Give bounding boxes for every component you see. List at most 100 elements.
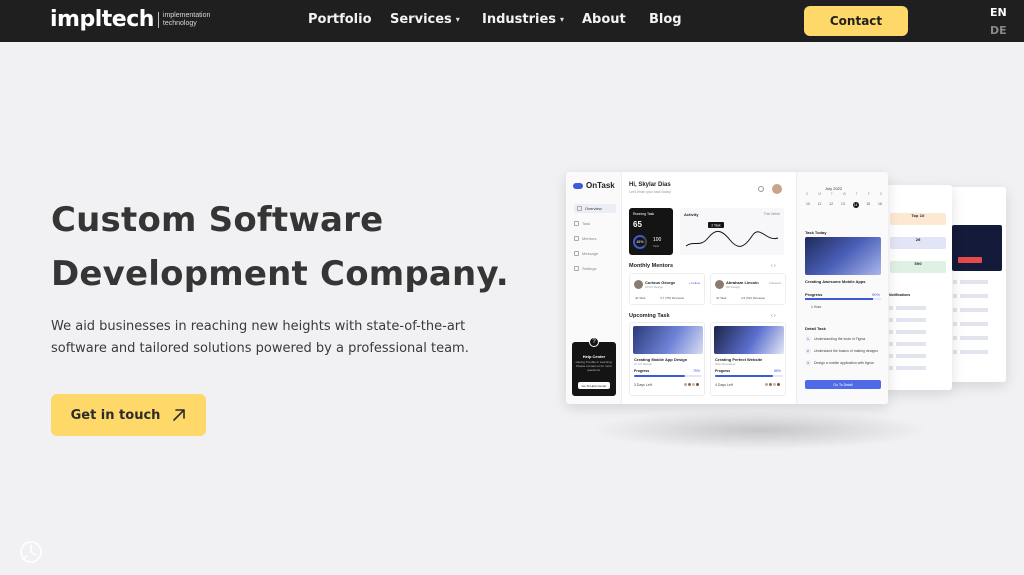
- lang-en[interactable]: EN: [990, 6, 1007, 19]
- task-today-progress-label: Progress: [805, 292, 823, 297]
- mockup-help-title: Help Center: [582, 354, 606, 359]
- calendar-dates: 10 11 12 13 14 15 16: [806, 202, 882, 208]
- mockup-stat-value: 26: [915, 238, 921, 242]
- calendar-weekday: M: [818, 192, 822, 196]
- task-progress-bar: [715, 375, 783, 377]
- book-icon: [574, 221, 579, 226]
- nav-services[interactable]: Services ▾: [390, 12, 460, 27]
- logo[interactable]: impltech implementation technology: [50, 7, 210, 32]
- task-today-thumbnail: [805, 237, 881, 275]
- activity-line: 2 Task: [685, 222, 779, 247]
- task-role: Web Developer: [715, 362, 736, 366]
- detail-step-text: Design a mobile application with figma: [814, 361, 874, 365]
- calendar-date: 16: [878, 202, 882, 206]
- mockup-activity-chart: Activity This Week 2 Task: [680, 208, 784, 255]
- logo-wordmark: impltech: [50, 7, 154, 32]
- task-thumbnail: [633, 326, 703, 354]
- calendar-weekday: F: [867, 192, 870, 196]
- task-progress-label: Progress: [634, 369, 650, 373]
- running-label: Running Task: [633, 212, 655, 216]
- mockup-task-card: Creating Perfect Website Web Developer P…: [710, 322, 786, 396]
- detail-button: Go To Detail: [805, 380, 881, 389]
- mockup-nav-task: Task: [574, 221, 590, 226]
- detail-step: 3 Design a mobile application with figma: [805, 360, 874, 366]
- mockup-nav-settings: Settings: [574, 266, 596, 271]
- mockup-help-button: Go To Help Center: [578, 382, 610, 389]
- logo-tagline-1: implementation: [162, 11, 211, 19]
- dashboard-mockup: OnTask Overview Task Mentors Message Set…: [566, 172, 888, 404]
- activity-label: Activity: [684, 212, 699, 217]
- accessibility-icon[interactable]: [18, 539, 44, 565]
- task-today-progress-value: 90%: [871, 292, 880, 297]
- mockup-list-row: [889, 365, 945, 370]
- mockup-greeting: Hi, Skylar Dias: [629, 182, 671, 188]
- calendar-weekday: S: [879, 192, 882, 196]
- mockup-list-row: [889, 317, 945, 322]
- running-total: 100: [653, 237, 662, 243]
- chevron-down-icon: ▾: [560, 15, 565, 24]
- avatar: [634, 280, 643, 289]
- mockup-nav-message: Message: [574, 251, 598, 256]
- mentor-rating: 4,9 (510 Reviews): [741, 296, 766, 300]
- arrow-up-right-icon: [173, 409, 186, 421]
- mockup-stat-value: 500: [914, 262, 922, 266]
- mentor-action: Followed: [768, 281, 781, 285]
- chat-icon: [574, 251, 579, 256]
- mentor-rating: 4,7 (750 Reviews): [660, 296, 685, 300]
- mockup-list-row: [953, 335, 1006, 340]
- mockup-list-row: [953, 279, 1006, 284]
- cta-label: Get in touch: [70, 407, 161, 423]
- mockup-app-name: OnTask: [586, 181, 615, 190]
- calendar-weekday: W: [842, 192, 847, 196]
- calendar-date: 15: [866, 202, 871, 206]
- nav-about[interactable]: About: [582, 12, 626, 27]
- mockup-list-row: [953, 307, 1006, 312]
- mockup-card-third: [948, 187, 1006, 382]
- mockup-help-center: ? Help Center Having Trouble in Learning…: [572, 337, 616, 396]
- mentor-tasks: 40 Task: [635, 296, 646, 300]
- question-icon: ?: [589, 337, 599, 347]
- task-today-name: Creating Awesome Mobile Apps: [805, 279, 866, 284]
- mockup-top10-label: Top 10: [911, 214, 925, 218]
- calendar-weekday: S: [806, 192, 809, 196]
- task-progress-fill: [715, 375, 773, 377]
- calendar-date: 10: [806, 202, 810, 206]
- mockup-list-row: [953, 321, 1006, 326]
- calendar-date: 13: [840, 202, 845, 206]
- hero-title-line2: Development Company.: [51, 254, 509, 294]
- grid-icon: [577, 206, 582, 211]
- mockup-nav-label: Task: [582, 221, 591, 226]
- get-in-touch-button[interactable]: Get in touch: [51, 394, 206, 436]
- task-progress-value: 75%: [692, 369, 700, 373]
- mockup-nav-label: Overview: [585, 206, 602, 211]
- mockup-list-row: [889, 353, 945, 358]
- lang-de[interactable]: DE: [990, 24, 1007, 37]
- task-progress-fill: [634, 375, 685, 377]
- contact-button[interactable]: Contact: [804, 6, 908, 36]
- nav-blog[interactable]: Blog: [649, 12, 682, 27]
- task-today-progress-bar: [805, 298, 881, 300]
- mentor-action: + Follow: [688, 281, 700, 285]
- detail-step: 1 Understanding the tools in Figma: [805, 336, 865, 342]
- nav-industries[interactable]: Industries ▾: [482, 12, 564, 27]
- mockup-task-card: Creating Mobile App Design UI UX Design …: [629, 322, 705, 396]
- mockup-list-row: [953, 293, 1006, 298]
- logo-tagline: implementation technology: [157, 11, 211, 28]
- mockup-notifications-title: Notifications: [889, 293, 911, 297]
- mockup-sidebar: OnTask Overview Task Mentors Message Set…: [566, 172, 622, 404]
- mockup-banner-button: [958, 257, 982, 263]
- nav-portfolio[interactable]: Portfolio: [308, 12, 372, 27]
- mockup-nav-label: Settings: [582, 266, 597, 271]
- mockup-top10: Top 10: [890, 213, 946, 225]
- running-value: 65: [633, 220, 642, 229]
- task-today-time: 1 Hour: [811, 305, 822, 309]
- gear-icon: [574, 266, 579, 271]
- calendar-weekday: T: [855, 192, 858, 196]
- top-nav: impltech implementation technology Portf…: [0, 0, 1024, 42]
- mockup-stat: 500: [890, 261, 946, 273]
- calendar-date: 12: [829, 202, 834, 206]
- mockup-help-desc: Having Trouble in Learning. Please conta…: [575, 360, 613, 372]
- activity-range: This Week: [763, 212, 780, 216]
- mockup-list-row: [889, 329, 945, 334]
- user-icon: [574, 236, 579, 241]
